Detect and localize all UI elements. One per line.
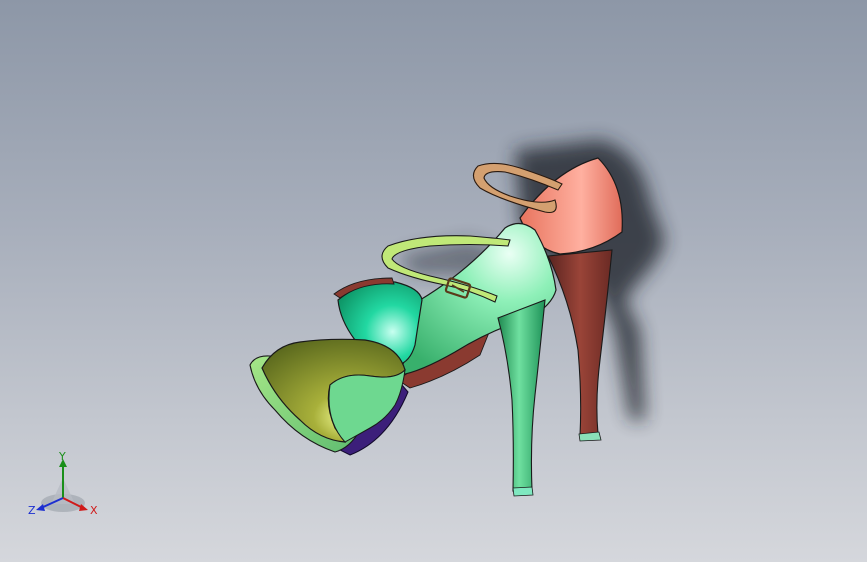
front-heel-tip	[512, 486, 534, 497]
back-heel-tip	[578, 431, 602, 442]
front-heel[interactable]	[497, 299, 546, 492]
x-axis-label: X	[90, 504, 98, 517]
y-axis-label: Y	[59, 450, 66, 463]
z-axis-label: Z	[28, 504, 36, 517]
back-heel[interactable]	[547, 249, 613, 437]
axis-triad: Y Z X	[25, 448, 105, 523]
sandal-model[interactable]	[0, 0, 867, 562]
graphics-viewport[interactable]: Y Z X	[0, 0, 867, 562]
